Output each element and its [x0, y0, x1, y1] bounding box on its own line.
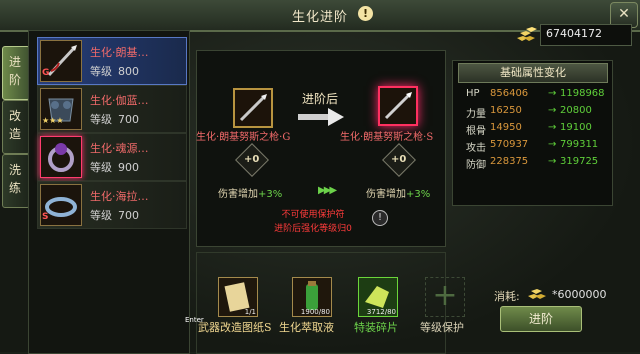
gold-amount: 67404172 — [546, 27, 602, 40]
stat-key: 力量 — [466, 109, 486, 120]
stat-row: 防御 228375 → 319725 — [462, 156, 610, 172]
arrow-icon: → — [548, 122, 557, 133]
stat-key: 攻击 — [466, 143, 486, 154]
spear-icon[interactable] — [378, 86, 418, 126]
after-damage: 伤害增加+3% — [366, 185, 430, 200]
arrow-icon: → — [548, 88, 557, 99]
stat-before: 228375 — [490, 156, 529, 167]
fragment-icon[interactable]: 3712/80 — [358, 277, 398, 317]
damage-value: +3% — [258, 189, 283, 200]
level-label: 等级 — [90, 65, 112, 78]
tab-refine[interactable]: 洗练 — [2, 154, 30, 208]
stat-key: 根骨 — [466, 126, 486, 137]
item-name: 生化·伽蓝… — [90, 94, 149, 107]
stat-row: HP 856406 → 1198968 — [462, 88, 610, 104]
item-name: 生化·海拉… — [90, 190, 149, 203]
list-item[interactable]: 生化·魂源… 等级 900 — [37, 133, 187, 181]
item-level: 等级 700 — [90, 207, 139, 223]
tab-advance-label: 进阶 — [9, 55, 22, 87]
stat-after: 20800 — [560, 105, 592, 116]
stat-after: 19100 — [560, 122, 592, 133]
star-badge: ★★★ — [42, 116, 64, 125]
list-item[interactable]: S 生化·海拉… 等级 700 — [37, 181, 187, 229]
spear-icon[interactable] — [233, 88, 273, 128]
right-arrow-icon — [298, 108, 344, 126]
level-value: 800 — [118, 65, 139, 78]
tab-modify-label: 改造 — [9, 109, 22, 141]
warning-line: 进阶后强化等级归0 — [274, 224, 352, 234]
list-item[interactable]: ★★★ 生化·伽蓝… 等级 700 — [37, 85, 187, 133]
material-count: 3712/80 — [366, 308, 396, 316]
stat-before: 856406 — [490, 88, 529, 99]
arrow-icon: → — [548, 105, 557, 116]
level-value: 700 — [118, 209, 139, 222]
protection-label: 等级保护 — [420, 321, 464, 334]
cost-value: *6000000 — [552, 288, 607, 301]
before-enhance-level: +0 — [244, 154, 260, 165]
after-item-name: 生化·朗基努斯之枪·S — [340, 132, 434, 143]
damage-label: 伤害增加 — [218, 189, 258, 200]
window-title: 生化进阶 — [291, 10, 348, 25]
equipment-list: G 生化·朗基… 等级 800 ★★★ 生化·伽蓝… 等级 700 生化·魂源… 等… — [28, 30, 190, 354]
level-value: 700 — [118, 113, 139, 126]
stats-header: 基础属性变化 — [458, 63, 608, 83]
material-count: 1/1 — [244, 308, 256, 316]
item-name: 生化·朗基… — [90, 46, 149, 59]
arrow-icon: → — [548, 156, 557, 167]
ring-icon — [40, 136, 82, 178]
before-item-name: 生化·朗基努斯之枪·G — [196, 132, 291, 143]
arrow-icon: → — [548, 139, 557, 150]
item-level: 等级 900 — [90, 159, 139, 175]
stat-before: 14950 — [490, 122, 522, 133]
stat-after: 319725 — [560, 156, 599, 167]
stat-key: 防御 — [466, 160, 486, 171]
material-label: 武器改造图纸S — [198, 321, 272, 334]
grade-badge: S — [42, 212, 49, 222]
before-damage: 伤害增加+3% — [218, 185, 282, 200]
advance-arrow-label: 进阶后 — [302, 92, 339, 106]
potion-icon[interactable]: 1900/80 — [292, 277, 332, 317]
material-label: 特装碎片 — [354, 321, 398, 334]
level-label: 等级 — [90, 209, 112, 222]
list-item[interactable]: G 生化·朗基… 等级 800 — [37, 37, 187, 85]
stat-before: 570937 — [490, 139, 529, 150]
level-label: 等级 — [90, 113, 112, 126]
tab-refine-label: 洗练 — [9, 163, 22, 195]
level-label: 等级 — [90, 161, 112, 174]
cost-label: 消耗: — [494, 290, 520, 303]
warning-info-icon[interactable]: ! — [372, 210, 388, 226]
enter-overlay-label: Enter — [185, 316, 204, 324]
stat-row: 攻击 570937 → 799311 — [462, 139, 610, 155]
stat-key: HP — [466, 88, 480, 99]
gold-bars-icon — [528, 289, 546, 299]
stat-row: 根骨 14950 → 19100 — [462, 122, 610, 138]
material-label: 生化萃取液 — [279, 321, 334, 334]
grade-badge: G — [42, 68, 50, 78]
advance-warning: 不可使用保护符 进阶后强化等级归0 — [263, 208, 363, 236]
add-protection-icon[interactable]: + — [425, 277, 465, 317]
item-name: 生化·魂源… — [90, 142, 149, 155]
after-enhance-level: +0 — [391, 154, 407, 165]
tab-advance[interactable]: 进阶 — [2, 46, 30, 100]
advance-button[interactable]: 进阶 — [500, 306, 582, 332]
stat-before: 16250 — [490, 105, 522, 116]
material-count: 1900/80 — [300, 308, 330, 316]
stat-after: 1198968 — [560, 88, 605, 99]
warning-line: 不可使用保护符 — [281, 210, 345, 220]
item-level: 等级 800 — [90, 63, 139, 79]
level-value: 900 — [118, 161, 139, 174]
stat-after: 799311 — [560, 139, 599, 150]
triple-arrow-icon: ▶▶▶ — [318, 185, 337, 196]
damage-value: +3% — [406, 189, 431, 200]
info-icon[interactable]: ! — [358, 6, 373, 21]
tab-modify[interactable]: 改造 — [2, 100, 30, 154]
blueprint-icon[interactable]: 1/1 — [218, 277, 258, 317]
gold-bars-icon — [517, 27, 537, 41]
item-level: 等级 700 — [90, 111, 139, 127]
stat-row: 力量 16250 → 20800 — [462, 105, 610, 121]
gold-display: 67404172 — [500, 24, 634, 46]
damage-label: 伤害增加 — [366, 189, 406, 200]
